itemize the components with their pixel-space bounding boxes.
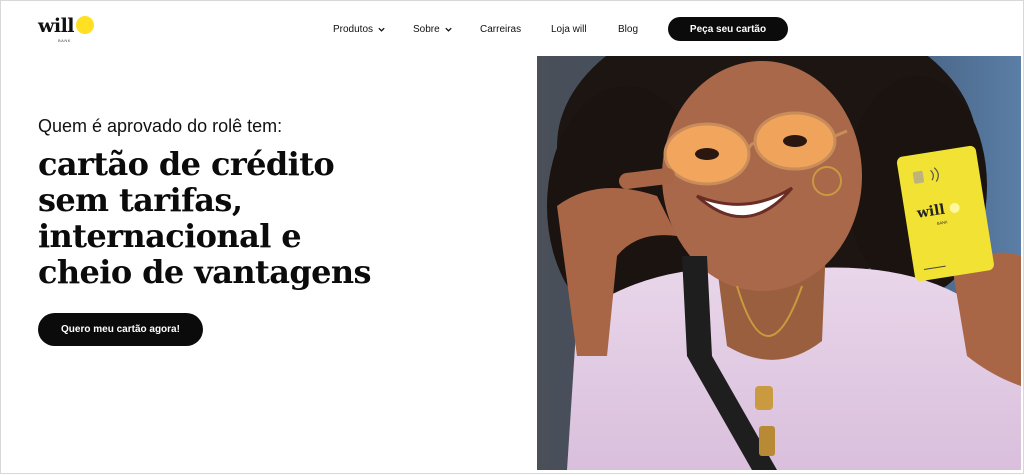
hero-photo: will BANK — [537, 56, 1021, 470]
get-card-now-button[interactable]: Quero meu cartão agora! — [38, 313, 203, 346]
order-card-button[interactable]: Peça seu cartão — [668, 17, 788, 41]
nav-item-label: Produtos — [333, 23, 374, 35]
hero-subtitle: Quem é aprovado do rolê tem: — [38, 116, 283, 136]
will-bank-logo[interactable]: will BANK — [38, 14, 98, 43]
nav-item-label: Loja will — [551, 23, 587, 35]
hero-title-line: internacional e — [38, 217, 302, 255]
nav-item-loja-will[interactable]: Loja will — [551, 18, 587, 40]
woman-with-card-illustration: will BANK — [537, 56, 1021, 470]
logo-wordmark: will — [38, 15, 75, 37]
nav-item-blog[interactable]: Blog — [618, 18, 638, 40]
hero-title-line: cartão de crédito — [38, 145, 335, 183]
nav-item-carreiras[interactable]: Carreiras — [480, 18, 521, 40]
logo-subtext: BANK — [58, 38, 71, 43]
nav-item-label: Carreiras — [480, 23, 522, 35]
nav-item-produtos[interactable]: Produtos — [333, 18, 386, 40]
nav-item-sobre[interactable]: Sobre — [413, 18, 453, 40]
chevron-down-icon — [378, 27, 385, 32]
hero-title: cartão de crédito sem tarifas, internaci… — [38, 146, 458, 290]
logo-yellow-dot — [76, 16, 94, 34]
hero-title-line: cheio de vantagens — [38, 253, 372, 291]
site-header: will BANK Produtos Sobre Carreiras Loja … — [0, 0, 1024, 56]
nav-item-label: Blog — [618, 23, 639, 35]
hero-title-line: sem tarifas, — [38, 181, 243, 219]
chevron-down-icon — [445, 27, 452, 32]
nav-item-label: Sobre — [413, 23, 440, 35]
